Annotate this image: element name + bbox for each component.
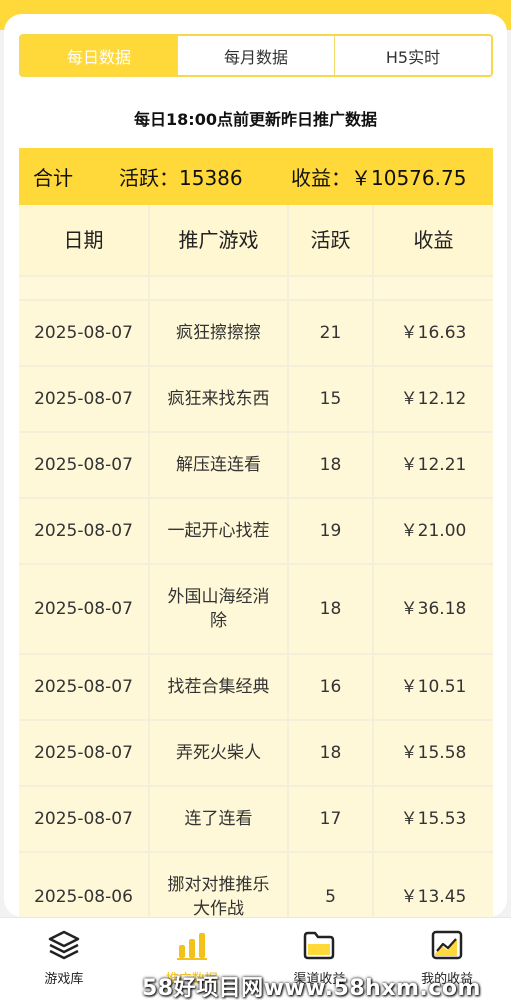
cell-date: 2025-08-07 xyxy=(19,433,150,497)
cell-date: 2025-08-07 xyxy=(19,721,150,785)
bar-chart-icon xyxy=(176,933,207,960)
cell-income: ￥15.53 xyxy=(400,809,467,829)
cell-date: 2025-08-07 xyxy=(19,787,150,851)
summary-income: 收益：￥10576.75 xyxy=(291,166,467,190)
summary-label: 合计 xyxy=(33,166,73,190)
column-header-date: 日期 xyxy=(19,205,150,275)
nav-label: 游戏库 xyxy=(44,972,84,987)
layers-icon xyxy=(48,930,80,960)
cell-active: 21 xyxy=(289,301,374,365)
cell-game: 疯狂来找东西 xyxy=(150,367,289,431)
cell-game: 疯狂擦擦擦 xyxy=(150,301,289,365)
cell-game: 一起开心找茬 xyxy=(150,499,289,563)
spacer-cell xyxy=(289,277,374,299)
cell-income: ￥12.21 xyxy=(400,455,467,475)
cell-date: 2025-08-07 xyxy=(19,565,150,653)
cell-income: ￥21.00 xyxy=(400,521,467,541)
cell-date: 2025-08-07 xyxy=(19,499,150,563)
column-header-game: 推广游戏 xyxy=(150,205,289,275)
cell-active: 18 xyxy=(289,721,374,785)
spacer-cell xyxy=(150,277,289,299)
cell-active: 18 xyxy=(289,433,374,497)
cell-income: ￥15.58 xyxy=(400,743,467,763)
spacer-cell xyxy=(374,277,493,299)
cell-date: 2025-08-07 xyxy=(19,367,150,431)
cell-game: 弄死火柴人 xyxy=(150,721,289,785)
tab-monthly-data[interactable]: 每月数据 xyxy=(177,36,334,75)
cell-date: 2025-08-07 xyxy=(19,655,150,719)
summary-row: 合计 活跃：15386 收益：￥10576.75 xyxy=(19,148,493,205)
table-row[interactable]: 2025-08-07 外国山海经消除 18 ￥36.18 xyxy=(19,565,493,655)
table-row[interactable]: 2025-08-07 疯狂来找东西 15 ￥12.12 xyxy=(19,367,493,433)
table-row[interactable]: 2025-08-07 弄死火柴人 18 ￥15.58 xyxy=(19,721,493,787)
table-row[interactable]: 2025-08-07 连了连看 17 ￥15.53 xyxy=(19,787,493,853)
cell-income: ￥16.63 xyxy=(400,323,467,343)
watermark-text: 58好项目网www.58hxm.com xyxy=(142,976,481,1000)
table-row[interactable]: 2025-08-07 解压连连看 18 ￥12.21 xyxy=(19,433,493,499)
nav-item-game-library[interactable]: 游戏库 xyxy=(0,918,128,1000)
cell-game: 解压连连看 xyxy=(150,433,289,497)
tab-daily-data[interactable]: 每日数据 xyxy=(21,36,177,75)
table-spacer-row xyxy=(19,277,493,301)
trend-chart-icon xyxy=(431,930,463,960)
cell-active: 5 xyxy=(289,853,374,917)
cell-active: 18 xyxy=(289,565,374,653)
cell-active: 16 xyxy=(289,655,374,719)
table-row[interactable]: 2025-08-06 挪对对推推乐大作战 5 ￥13.45 xyxy=(19,853,493,917)
cell-game: 连了连看 xyxy=(150,787,289,851)
cell-income: ￥12.12 xyxy=(400,389,467,409)
date-range-tabs: 每日数据 每月数据 H5实时 xyxy=(19,34,493,77)
cell-active: 19 xyxy=(289,499,374,563)
column-header-active: 活跃 xyxy=(289,205,374,275)
summary-active: 活跃：15386 xyxy=(119,166,243,190)
content-card: 每日数据 每月数据 H5实时 每日18:00点前更新昨日推广数据 合计 活跃：1… xyxy=(4,14,507,917)
cell-income: ￥13.45 xyxy=(400,887,467,907)
cell-game: 找茬合集经典 xyxy=(150,655,289,719)
cell-active: 17 xyxy=(289,787,374,851)
cell-date: 2025-08-07 xyxy=(19,301,150,365)
cell-active: 15 xyxy=(289,367,374,431)
update-notice: 每日18:00点前更新昨日推广数据 xyxy=(134,110,377,129)
cell-income: ￥36.18 xyxy=(400,599,467,619)
folder-icon xyxy=(304,931,335,960)
cell-income: ￥10.51 xyxy=(400,677,467,697)
spacer-cell xyxy=(19,277,150,299)
table-header-row: 日期 推广游戏 活跃 收益 xyxy=(19,205,493,277)
tab-h5-realtime[interactable]: H5实时 xyxy=(334,36,491,75)
cell-game: 外国山海经消除 xyxy=(150,565,289,653)
table-row[interactable]: 2025-08-07 一起开心找茬 19 ￥21.00 xyxy=(19,499,493,565)
promotion-data-table: 合计 活跃：15386 收益：￥10576.75 日期 推广游戏 活跃 收益 2… xyxy=(19,148,493,917)
table-row[interactable]: 2025-08-07 找茬合集经典 16 ￥10.51 xyxy=(19,655,493,721)
table-row[interactable]: 2025-08-07 疯狂擦擦擦 21 ￥16.63 xyxy=(19,301,493,367)
cell-game: 挪对对推推乐大作战 xyxy=(150,853,289,917)
cell-date: 2025-08-06 xyxy=(19,853,150,917)
column-header-income: 收益 xyxy=(413,228,454,252)
